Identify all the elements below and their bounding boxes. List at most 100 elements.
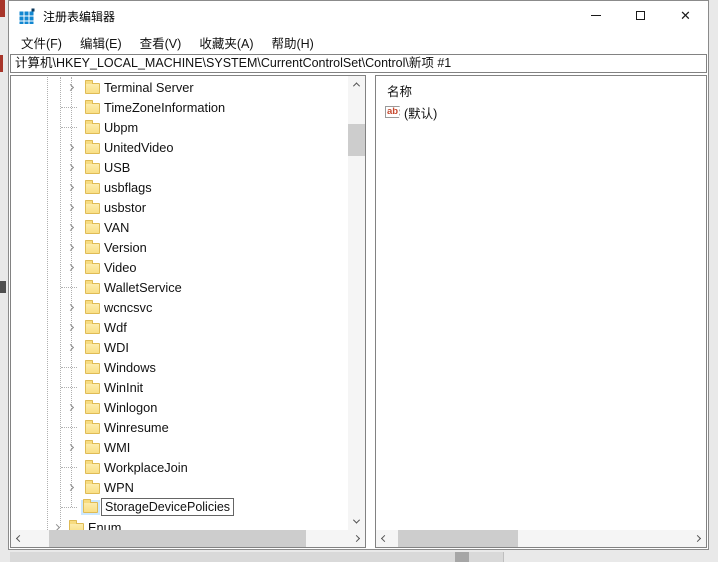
expand-chevron-icon[interactable] — [64, 85, 77, 90]
tree-item[interactable]: UnitedVideo — [11, 137, 348, 157]
tree-item[interactable]: USB — [11, 157, 348, 177]
scrollbar-thumb[interactable] — [49, 530, 306, 547]
expand-chevron-icon[interactable] — [64, 445, 77, 450]
folder-icon — [85, 323, 100, 334]
expand-chevron-icon[interactable] — [64, 245, 77, 250]
registry-editor-window: 注册表编辑器 ✕ 文件(F) 编辑(E) 查看(V) 收藏夹(A) 帮助(H) … — [8, 0, 709, 550]
tree-item[interactable]: Video — [11, 257, 348, 277]
value-list: ab (默认) — [376, 103, 706, 121]
tree-item-label: Version — [104, 240, 147, 255]
menu-item[interactable]: 文件(F) — [12, 30, 71, 56]
address-path: 计算机\HKEY_LOCAL_MACHINE\SYSTEM\CurrentCon… — [15, 56, 451, 70]
folder-icon — [85, 263, 100, 274]
column-header-name[interactable]: 名称 — [387, 85, 412, 99]
scroll-up-button[interactable] — [348, 76, 365, 93]
expand-chevron-icon[interactable] — [64, 405, 77, 410]
tree-item[interactable]: VAN — [11, 217, 348, 237]
tree-item-label: Winlogon — [104, 400, 157, 415]
menu-item[interactable]: 帮助(H) — [262, 30, 322, 56]
tree-item[interactable]: Ubpm — [11, 117, 348, 137]
expand-chevron-icon[interactable] — [64, 165, 77, 170]
folder-icon — [85, 483, 100, 494]
folder-icon — [85, 103, 100, 114]
folder-icon — [85, 343, 100, 354]
expand-chevron-icon[interactable] — [64, 345, 77, 350]
tree-connector — [61, 467, 77, 468]
scroll-right-button[interactable] — [689, 530, 706, 547]
tree-item[interactable]: Wdf — [11, 317, 348, 337]
expand-chevron-icon[interactable] — [64, 145, 77, 150]
regedit-app-icon — [19, 8, 35, 24]
tree-item[interactable]: WorkplaceJoin — [11, 457, 348, 477]
folder-icon — [85, 143, 100, 154]
folder-icon — [85, 183, 100, 194]
expand-chevron-icon[interactable] — [50, 525, 63, 530]
background-window-fragment — [0, 55, 3, 72]
menu-item[interactable]: 编辑(E) — [71, 30, 131, 56]
tree-connector — [61, 107, 77, 108]
expand-chevron-icon[interactable] — [64, 325, 77, 330]
scroll-down-button[interactable] — [348, 513, 365, 530]
tree-item-label: WorkplaceJoin — [104, 460, 188, 475]
value-row[interactable]: ab (默认) — [376, 103, 706, 121]
folder-icon — [85, 383, 100, 394]
tree-item[interactable]: Version — [11, 237, 348, 257]
tree-item[interactable]: WalletService — [11, 277, 348, 297]
tree-item[interactable]: WinInit — [11, 377, 348, 397]
scrollbar-thumb[interactable] — [348, 124, 365, 156]
tree-item[interactable]: TimeZoneInformation — [11, 97, 348, 117]
tree-item-label: usbstor — [104, 200, 146, 215]
tree-item-label: WMI — [104, 440, 130, 455]
tree-item-enum[interactable]: Enum — [11, 517, 348, 530]
tree-item[interactable]: Winlogon — [11, 397, 348, 417]
registry-tree-panel: Terminal Server TimeZoneInformation — [10, 75, 366, 548]
tree-connector — [61, 367, 77, 368]
scroll-left-button[interactable] — [376, 530, 393, 547]
maximize-button[interactable] — [618, 1, 663, 30]
background-window-fragment — [0, 281, 6, 293]
tree-item[interactable]: WMI — [11, 437, 348, 457]
tree-item[interactable]: Winresume — [11, 417, 348, 437]
list-horizontal-scrollbar[interactable] — [376, 530, 706, 547]
tree-item[interactable]: WDI — [11, 337, 348, 357]
selected-folder-highlight — [81, 500, 100, 515]
tree-item-renaming[interactable]: StorageDevicePolicies — [11, 497, 348, 517]
expand-chevron-icon[interactable] — [64, 225, 77, 230]
scroll-left-button[interactable] — [11, 530, 28, 547]
tree-item-label: WalletService — [104, 280, 182, 295]
tree-item[interactable]: usbflags — [11, 177, 348, 197]
tree-item-label: Video — [104, 260, 137, 275]
tree-item-label: Terminal Server — [104, 80, 194, 95]
expand-chevron-icon[interactable] — [64, 485, 77, 490]
tree-item-label: usbflags — [104, 180, 152, 195]
tree-item[interactable]: wcncsvc — [11, 297, 348, 317]
tree-connector — [61, 287, 77, 288]
tree-item[interactable]: WPN — [11, 477, 348, 497]
tree-horizontal-scrollbar[interactable] — [11, 530, 365, 547]
title-bar: 注册表编辑器 ✕ — [9, 1, 708, 31]
minimize-button[interactable] — [573, 1, 618, 30]
tree-item-label: WPN — [104, 480, 134, 495]
expand-chevron-icon[interactable] — [64, 185, 77, 190]
scroll-right-button[interactable] — [348, 530, 365, 547]
tree-vertical-scrollbar[interactable] — [348, 76, 365, 530]
menu-item[interactable]: 查看(V) — [131, 30, 191, 56]
expand-chevron-icon[interactable] — [64, 205, 77, 210]
expand-chevron-icon[interactable] — [64, 305, 77, 310]
menu-item[interactable]: 收藏夹(A) — [190, 30, 262, 56]
tree-item-label: Wdf — [104, 320, 127, 335]
rename-input[interactable]: StorageDevicePolicies — [101, 498, 234, 516]
scrollbar-thumb[interactable] — [398, 530, 518, 547]
tree-item[interactable]: Terminal Server — [11, 77, 348, 97]
folder-icon — [85, 83, 100, 94]
folder-icon — [85, 223, 100, 234]
close-button[interactable]: ✕ — [663, 1, 708, 30]
background-window-fragment — [503, 552, 504, 562]
address-bar[interactable]: 计算机\HKEY_LOCAL_MACHINE\SYSTEM\CurrentCon… — [10, 54, 707, 73]
tree-item-label: UnitedVideo — [104, 140, 174, 155]
tree-item[interactable]: usbstor — [11, 197, 348, 217]
expand-chevron-icon[interactable] — [64, 265, 77, 270]
tree-item[interactable]: Windows — [11, 357, 348, 377]
string-value-icon: ab — [385, 106, 400, 118]
values-panel: 名称 ab (默认) — [375, 75, 707, 548]
